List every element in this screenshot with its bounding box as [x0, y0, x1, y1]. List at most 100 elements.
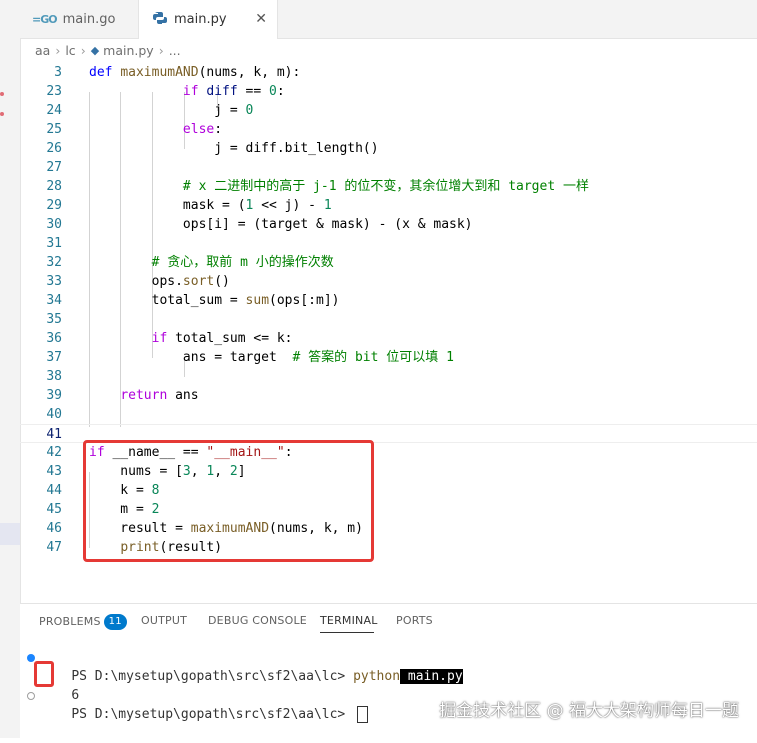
code-token: 0 [245, 103, 254, 118]
line-number: 47 [46, 540, 62, 555]
code-text: ops[i] = (target & mask) - (x & mask) [89, 215, 473, 234]
code-text: def maximumAND(nums, k, m): [89, 63, 300, 82]
code-line[interactable]: 32 # 贪心，取前 m 小的操作次数 [20, 253, 757, 272]
breadcrumb-item[interactable]: aa [35, 43, 50, 58]
line-number: 36 [46, 331, 62, 346]
line-number: 28 [46, 179, 62, 194]
code-token: sort [182, 274, 215, 289]
code-token: ans [167, 388, 199, 403]
active-tab-indicator [320, 632, 374, 633]
error-marker-icon [0, 92, 4, 96]
breadcrumb-item[interactable]: ... [169, 43, 181, 58]
code-token: (ops[:m]) [269, 293, 340, 308]
line-number: 45 [46, 502, 62, 517]
breadcrumb: aa › lc › ◆ main.py › ... [20, 39, 757, 61]
code-line[interactable]: 31 [20, 234, 757, 253]
line-number: 34 [46, 293, 62, 308]
line-number: 25 [46, 122, 62, 137]
editor-tab-bar: =GO main.go main.py ✕ [20, 0, 757, 39]
tab-label: main.go [62, 11, 116, 27]
terminal-command: python [353, 669, 401, 684]
code-line[interactable]: 36 if total_sum <= k: [20, 329, 757, 348]
tab-debug-console[interactable]: DEBUG CONSOLE [208, 614, 307, 627]
activity-gutter [0, 0, 21, 738]
code-token: sum [245, 293, 270, 308]
command-success-icon [27, 654, 35, 662]
error-marker-icon [0, 112, 4, 116]
code-token: ans = target [89, 350, 293, 365]
code-token: (nums, k, m): [198, 65, 301, 80]
code-token: if [151, 331, 168, 346]
line-number: 32 [46, 255, 62, 270]
tab-main-py[interactable]: main.py ✕ [139, 0, 278, 39]
code-token: def [89, 65, 121, 80]
code-line[interactable]: 39 return ans [20, 386, 757, 405]
code-line[interactable]: 24 j = 0 [20, 101, 757, 120]
line-number: 38 [46, 369, 62, 384]
code-line[interactable]: 34 total_sum = sum(ops[:m]) [20, 291, 757, 310]
panel-tab-bar: PROBLEMS 11 OUTPUT DEBUG CONSOLE TERMINAL… [20, 604, 757, 640]
line-number: 44 [46, 483, 62, 498]
code-line[interactable]: 29 mask = (1 << j) - 1 [20, 196, 757, 215]
code-line[interactable]: 26 j = diff.bit_length() [20, 139, 757, 158]
code-token: total_sum <= k: [167, 331, 293, 346]
code-text: ans = target # 答案的 bit 位可以填 1 [89, 348, 454, 367]
line-number: 40 [46, 407, 62, 422]
code-line[interactable]: 40 [20, 405, 757, 424]
main-block-highlight [83, 440, 374, 562]
chevron-right-icon: › [55, 42, 61, 58]
code-line[interactable]: 35 [20, 310, 757, 329]
tab-output[interactable]: OUTPUT [141, 614, 187, 627]
code-token: ops. [89, 274, 183, 289]
code-token: : [276, 84, 285, 99]
code-token: << j) - [253, 198, 324, 213]
code-line[interactable]: 38 [20, 367, 757, 386]
code-text: j = 0 [89, 101, 253, 120]
code-text: return ans [89, 386, 199, 405]
code-token: # x 二进制中的高于 j-1 的位不变，其余位增大到和 target 一样 [182, 179, 589, 194]
output-highlight [34, 661, 54, 687]
code-token: == [237, 84, 270, 99]
tab-main-go[interactable]: =GO main.go [20, 0, 139, 38]
breadcrumb-item[interactable]: lc [65, 43, 75, 58]
code-text: mask = (1 << j) - 1 [89, 196, 332, 215]
code-line[interactable]: 23 if diff == 0: [20, 82, 757, 101]
breadcrumb-item[interactable]: main.py [103, 43, 154, 58]
code-line[interactable]: 30 ops[i] = (target & mask) - (x & mask) [20, 215, 757, 234]
go-file-icon: =GO [32, 12, 58, 26]
code-token: diff [198, 84, 238, 99]
code-line[interactable]: 27 [20, 158, 757, 177]
line-number: 31 [46, 236, 62, 251]
gutter-selection [0, 523, 20, 545]
code-line[interactable]: 33 ops.sort() [20, 272, 757, 291]
terminal-command-arg: main.py [400, 669, 463, 684]
tab-problems[interactable]: PROBLEMS 11 [39, 614, 127, 630]
code-line[interactable]: 25 else: [20, 120, 757, 139]
problems-count-badge: 11 [103, 614, 127, 630]
line-number: 3 [54, 65, 62, 80]
code-token: j = [89, 103, 246, 118]
line-number: 33 [46, 274, 62, 289]
code-line[interactable]: 3 def maximumAND(nums, k, m): [20, 63, 757, 82]
tab-label: main.py [174, 12, 227, 27]
code-token: mask = ( [89, 198, 246, 213]
line-number: 24 [46, 103, 62, 118]
code-token: total_sum = [89, 293, 246, 308]
line-number: 41 [46, 427, 62, 442]
terminal-prompt: PS D:\mysetup\gopath\src\sf2\aa\lc> [71, 669, 354, 684]
close-icon[interactable]: ✕ [255, 11, 267, 27]
code-line[interactable]: 37 ans = target # 答案的 bit 位可以填 1 [20, 348, 757, 367]
watermark: 掘金技术社区 @ 福大大架构师每日一题 [439, 701, 739, 721]
tab-ports[interactable]: PORTS [396, 614, 433, 627]
terminal-prompt-line[interactable]: PS D:\mysetup\gopath\src\sf2\aa\lc> [27, 686, 369, 723]
code-text: # x 二进制中的高于 j-1 的位不变，其余位增大到和 target 一样 [89, 177, 589, 196]
tab-terminal[interactable]: TERMINAL [320, 614, 378, 627]
code-token: return [120, 388, 168, 403]
code-token: # 答案的 bit 位可以填 1 [292, 350, 454, 365]
code-line[interactable]: 28 # x 二进制中的高于 j-1 的位不变，其余位增大到和 target 一… [20, 177, 757, 196]
line-number: 39 [46, 388, 62, 403]
